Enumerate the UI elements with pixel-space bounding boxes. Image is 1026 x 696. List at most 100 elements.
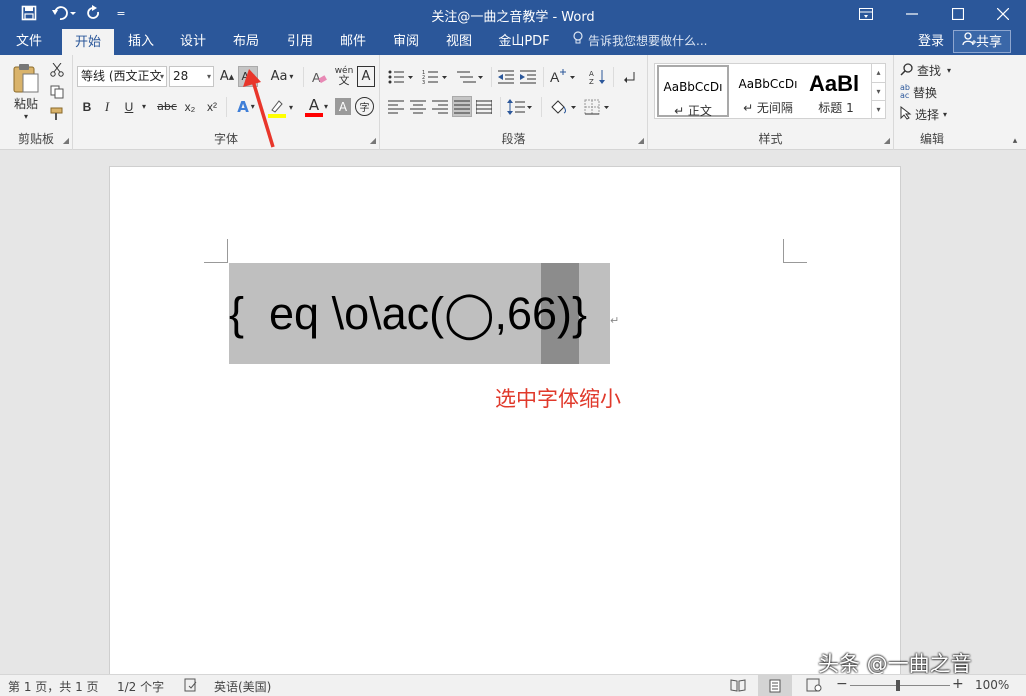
font-color-dropdown-icon[interactable]: ▾ bbox=[321, 96, 331, 117]
underline-button[interactable]: U bbox=[121, 96, 137, 117]
more-styles-icon[interactable]: ▾ bbox=[872, 100, 885, 118]
numbering-icon[interactable]: 123 bbox=[420, 66, 450, 87]
enclose-characters-button[interactable]: 字 bbox=[355, 97, 374, 116]
select-button[interactable]: 选择 ▾ bbox=[900, 104, 966, 124]
style-heading-1[interactable]: AaBl 标题 1 bbox=[805, 64, 867, 118]
styles-group-label: 样式 bbox=[758, 132, 783, 146]
zoom-in-button[interactable]: + bbox=[952, 676, 964, 692]
show-marks-icon[interactable] bbox=[620, 66, 640, 87]
font-name-value: 等线 (西文正文 bbox=[81, 69, 162, 83]
word-count[interactable]: 1/2 个字 bbox=[117, 678, 164, 695]
paragraph-launcher-icon[interactable]: ◢ bbox=[638, 136, 644, 145]
ribbon-display-options-icon[interactable] bbox=[843, 0, 889, 28]
web-layout-icon[interactable] bbox=[806, 678, 822, 695]
chevron-down-icon[interactable]: ▾ bbox=[872, 82, 885, 100]
borders-icon[interactable] bbox=[582, 96, 614, 117]
tab-mailings[interactable]: 邮件 bbox=[330, 28, 376, 55]
zoom-slider-thumb[interactable] bbox=[896, 680, 900, 691]
phonetic-guide-button[interactable]: wén 文 bbox=[333, 64, 355, 88]
zoom-level[interactable]: 100% bbox=[975, 678, 1009, 692]
clipboard-launcher-icon[interactable]: ◢ bbox=[63, 136, 69, 145]
styles-launcher-icon[interactable]: ◢ bbox=[884, 136, 890, 145]
tab-design[interactable]: 设计 bbox=[170, 28, 216, 55]
tell-me-text: 告诉我您想要做什么... bbox=[588, 34, 708, 48]
tab-references[interactable]: 引用 bbox=[277, 28, 323, 55]
align-center-icon[interactable] bbox=[408, 96, 428, 117]
collapse-ribbon-icon[interactable]: ▴ bbox=[1008, 135, 1022, 147]
zoom-out-button[interactable]: − bbox=[836, 676, 848, 692]
char-shading-button[interactable]: A bbox=[335, 98, 351, 115]
paragraph-group-label: 段落 bbox=[501, 132, 526, 146]
font-name-combo[interactable]: 等线 (西文正文 ▾ bbox=[77, 66, 167, 87]
maximize-icon[interactable] bbox=[935, 0, 981, 28]
align-left-icon[interactable] bbox=[386, 96, 406, 117]
login-link[interactable]: 登录 bbox=[918, 28, 944, 55]
tab-layout[interactable]: 布局 bbox=[223, 28, 269, 55]
tab-review[interactable]: 审阅 bbox=[383, 28, 429, 55]
clear-formatting-icon[interactable]: A bbox=[309, 66, 329, 87]
person-icon bbox=[962, 31, 976, 54]
replace-label: 替换 bbox=[912, 85, 937, 100]
lightbulb-icon bbox=[572, 28, 584, 55]
document-canvas: { eq \o\ac(◯,66)} ↵ 选中字体缩小 bbox=[0, 150, 1026, 686]
editing-group-label: 编辑 bbox=[919, 132, 944, 146]
svg-text:A: A bbox=[550, 69, 560, 85]
bullets-icon[interactable] bbox=[386, 66, 416, 87]
replace-button[interactable]: ab ac 替换 bbox=[900, 82, 966, 102]
decrease-indent-icon[interactable] bbox=[496, 66, 516, 87]
underline-dropdown-icon[interactable]: ▾ bbox=[139, 96, 149, 117]
style-normal-preview: AaBbCcDı bbox=[663, 80, 723, 94]
sort-icon[interactable]: AZ bbox=[588, 66, 608, 87]
format-painter-icon[interactable] bbox=[48, 105, 66, 123]
page-info[interactable]: 第 1 页，共 1 页 bbox=[8, 678, 99, 695]
line-spacing-icon[interactable] bbox=[505, 96, 535, 117]
paragraph-separator bbox=[500, 97, 501, 117]
language[interactable]: 英语(美国) bbox=[214, 678, 271, 695]
increase-indent-icon[interactable] bbox=[518, 66, 538, 87]
bold-button[interactable]: B bbox=[79, 96, 95, 117]
font-launcher-icon[interactable]: ◢ bbox=[370, 136, 376, 145]
superscript-button[interactable]: x² bbox=[203, 96, 221, 117]
cut-icon[interactable] bbox=[48, 61, 66, 79]
justify-icon[interactable] bbox=[452, 96, 472, 117]
tab-home[interactable]: 开始 bbox=[62, 29, 114, 55]
zoom-slider-track[interactable] bbox=[850, 685, 950, 686]
paste-label[interactable]: 粘贴 bbox=[4, 95, 48, 111]
tab-insert[interactable]: 插入 bbox=[118, 28, 164, 55]
proofing-icon[interactable] bbox=[184, 678, 198, 695]
close-icon[interactable] bbox=[980, 0, 1026, 28]
read-mode-icon[interactable] bbox=[730, 678, 746, 695]
tab-view[interactable]: 视图 bbox=[436, 28, 482, 55]
copy-icon[interactable] bbox=[48, 83, 66, 101]
font-size-combo[interactable]: 28 ▾ bbox=[169, 66, 214, 87]
distributed-icon[interactable] bbox=[474, 96, 494, 117]
margin-corner-mark bbox=[783, 239, 807, 263]
minimize-icon[interactable] bbox=[889, 0, 935, 28]
style-normal[interactable]: AaBbCcDı ↵ 正文 bbox=[657, 65, 729, 118]
char-border-button[interactable]: A bbox=[357, 66, 375, 87]
style-no-spacing[interactable]: AaBbCcDı ↵ 无间隔 bbox=[732, 64, 804, 118]
print-layout-icon[interactable] bbox=[758, 675, 792, 696]
chevron-down-icon: ▾ bbox=[159, 72, 164, 81]
shading-icon[interactable] bbox=[547, 96, 579, 117]
grow-font-button[interactable]: A ▲ bbox=[218, 66, 236, 87]
strikethrough-button[interactable]: abc bbox=[155, 96, 179, 117]
tell-me-box[interactable]: 告诉我您想要做什么... bbox=[572, 28, 707, 55]
paste-icon[interactable] bbox=[8, 60, 44, 96]
align-right-icon[interactable] bbox=[430, 96, 450, 117]
find-button[interactable]: 查找 ▾ bbox=[900, 60, 966, 80]
chinese-layout-icon[interactable]: A bbox=[548, 66, 578, 87]
paragraph-separator bbox=[541, 97, 542, 117]
select-label: 选择 bbox=[915, 107, 940, 122]
document-page[interactable]: { eq \o\ac(◯,66)} ↵ 选中字体缩小 bbox=[109, 166, 901, 686]
eq-field-code[interactable]: { eq \o\ac(◯,66)} bbox=[229, 263, 610, 364]
chevron-up-icon[interactable]: ▴ bbox=[872, 64, 885, 82]
paragraph-group: 123 A AZ 段落 ◢ bbox=[380, 55, 648, 150]
multilevel-list-icon[interactable] bbox=[454, 66, 486, 87]
tab-wps-pdf[interactable]: 金山PDF bbox=[492, 28, 556, 55]
italic-button[interactable]: I bbox=[99, 96, 115, 117]
paste-dropdown-icon[interactable]: ▾ bbox=[20, 111, 32, 121]
share-button[interactable]: 共享 bbox=[953, 30, 1011, 53]
tab-file[interactable]: 文件 bbox=[6, 28, 52, 55]
subscript-button[interactable]: x₂ bbox=[181, 96, 199, 117]
